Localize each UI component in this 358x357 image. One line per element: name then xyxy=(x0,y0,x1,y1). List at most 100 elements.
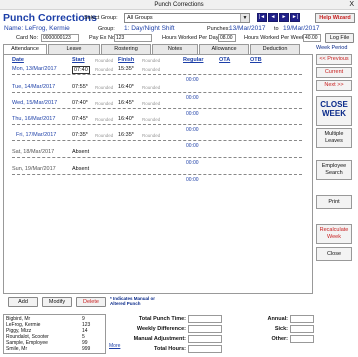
start-time[interactable]: Absent xyxy=(72,166,89,172)
tab-allowance[interactable]: Allowance xyxy=(199,44,249,54)
total-hours-value xyxy=(188,345,222,353)
start-time[interactable]: 07:40* xyxy=(72,100,88,106)
pay-ex-field[interactable]: 123 xyxy=(114,34,152,42)
current-week-button[interactable]: Current xyxy=(316,67,352,78)
modify-button[interactable]: Modify xyxy=(42,297,72,307)
finish-time[interactable]: 16:45* xyxy=(118,100,134,106)
last-record-button[interactable]: ►| xyxy=(290,13,300,22)
start-time[interactable]: 07:55* xyxy=(72,84,88,90)
regular-value: 00:00 xyxy=(186,127,199,133)
regular-value: 00:00 xyxy=(186,111,199,117)
finish-rounded: Rounded xyxy=(142,85,161,90)
employee-name-label: Name: LeFrog, Kermie xyxy=(4,25,70,32)
group-select[interactable]: All Groups ▼ xyxy=(124,13,250,23)
tab-notes[interactable]: Notes xyxy=(152,44,198,54)
card-no-field[interactable]: 0000000123 xyxy=(41,34,79,42)
start-time[interactable]: 07:35* xyxy=(72,132,88,138)
row-divider xyxy=(12,74,302,75)
employee-list-name: Smile, Mr xyxy=(6,346,28,352)
finish-time[interactable]: 15:35* xyxy=(118,66,134,72)
employee-list[interactable]: Bigbird, Mr 9 LeFrog, Kermie 123 Piggy, Mi… xyxy=(3,314,106,354)
sick-value xyxy=(290,325,314,333)
tab-rostering[interactable]: Rostering xyxy=(101,44,151,54)
row-date: Sat, 18/Mar/2017 xyxy=(12,149,55,155)
previous-record-button[interactable]: ◄ xyxy=(268,13,278,22)
punches-to-label: to xyxy=(274,26,279,32)
start-rounded: Rounded xyxy=(95,67,114,72)
finish-time[interactable]: 16:35* xyxy=(118,132,134,138)
start-time[interactable]: 07:45* xyxy=(72,116,88,122)
group-label: Group: xyxy=(98,26,115,32)
next-week-button[interactable]: Next >> xyxy=(316,80,352,91)
finish-rounded: Rounded xyxy=(142,67,161,72)
punches-label: Punches: xyxy=(207,26,230,32)
employee-name: LeFrog, Kermie xyxy=(24,25,70,32)
delete-button[interactable]: Delete xyxy=(76,297,106,307)
list-item[interactable]: Smile, Mr 999 xyxy=(6,346,106,352)
hours-week-field[interactable]: 40.00 xyxy=(303,34,321,42)
hours-day-label: Hours Worked Per Day: xyxy=(162,35,220,41)
print-button[interactable]: Print xyxy=(316,195,352,209)
close-window-icon[interactable]: X xyxy=(349,0,354,10)
row-divider xyxy=(12,124,302,125)
tab-deduction[interactable]: Deduction xyxy=(250,44,300,54)
tab-leave[interactable]: Leave xyxy=(48,44,100,54)
row-date: Tue, 14/Mar/2017 xyxy=(12,84,56,90)
finish-rounded: Rounded xyxy=(142,133,161,138)
start-time[interactable]: Absent xyxy=(72,149,89,155)
finish-time[interactable]: 16:40* xyxy=(118,116,134,122)
group-select-value: All Groups xyxy=(127,15,153,21)
hours-week-label: Hours Worked Per Week: xyxy=(244,35,307,41)
log-file-button[interactable]: Log File xyxy=(325,33,354,43)
window-titlebar: Punch Corrections X xyxy=(0,0,358,10)
finish-time[interactable]: 16:40* xyxy=(118,84,134,90)
manual-punch-legend: * Indicates Manual or Altered Punch xyxy=(110,296,156,306)
punches-from: 13/Mar/2017 xyxy=(229,25,266,32)
pay-ex-label: Pay Ex No: xyxy=(89,35,117,41)
recalculate-week-button[interactable]: Recalculate Week xyxy=(316,224,352,244)
card-no-label: Card No: xyxy=(16,35,39,41)
add-button[interactable]: Add xyxy=(8,297,38,307)
first-record-button[interactable]: |◄ xyxy=(257,13,267,22)
next-record-button[interactable]: ► xyxy=(279,13,289,22)
start-rounded: Rounded xyxy=(95,85,114,90)
finish-rounded: Rounded xyxy=(142,117,161,122)
regular-value: 00:00 xyxy=(186,143,199,149)
close-week-button[interactable]: CLOSE WEEK xyxy=(316,96,352,126)
start-rounded: Rounded xyxy=(95,101,114,106)
employee-search-button[interactable]: Employee Search xyxy=(316,160,352,180)
col-regular: Regular xyxy=(183,57,204,63)
row-date: Fri, 17/Mar/2017 xyxy=(16,132,57,138)
row-date: Mon, 13/Mar/2017 xyxy=(12,66,57,72)
regular-value: 00:00 xyxy=(186,160,199,166)
multiple-leaves-button[interactable]: Multiple Leaves xyxy=(316,128,352,148)
start-time-input[interactable]: 07:40 xyxy=(72,66,90,74)
weekly-diff-label: Weekly Difference: xyxy=(136,326,186,332)
finish-rounded: Rounded xyxy=(142,101,161,106)
col-rounded-start: Rounded xyxy=(95,58,114,63)
sick-label: Sick: xyxy=(274,326,288,332)
annual-label: Annual: xyxy=(267,316,288,322)
col-start: Start xyxy=(72,57,85,63)
select-group-label: Select Group: xyxy=(84,15,118,21)
app-title: Punch Corrections xyxy=(3,12,97,24)
col-rounded-finish: Rounded xyxy=(142,58,161,63)
previous-week-button[interactable]: << Previous xyxy=(316,54,352,65)
close-button[interactable]: Close xyxy=(316,247,352,261)
total-punch-label: Total Punch Time: xyxy=(138,316,186,322)
row-divider xyxy=(12,174,302,175)
total-punch-value xyxy=(188,315,222,323)
start-rounded: Rounded xyxy=(95,117,114,122)
window-title: Punch Corrections xyxy=(154,2,204,8)
manual-adj-value[interactable] xyxy=(188,335,222,343)
total-hours-label: Total Hours: xyxy=(154,346,186,352)
col-date: Date xyxy=(12,57,24,63)
more-link[interactable]: More xyxy=(109,343,120,349)
start-rounded: Rounded xyxy=(95,133,114,138)
regular-value: 00:00 xyxy=(186,77,199,83)
row-date: Thu, 16/Mar/2017 xyxy=(12,116,56,122)
hours-day-field[interactable]: 08.00 xyxy=(218,34,236,42)
row-divider xyxy=(12,140,302,141)
week-period-label: Week Period xyxy=(316,45,348,51)
help-wizard-button[interactable]: Help Wizard xyxy=(315,13,355,23)
